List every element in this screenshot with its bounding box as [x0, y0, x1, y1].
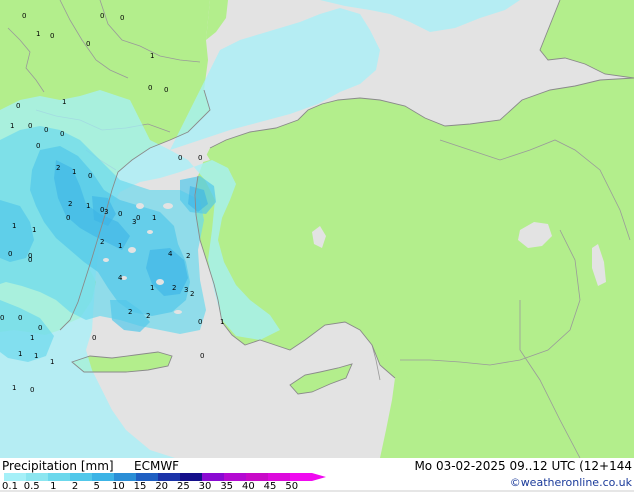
- precip-value-label: 1: [36, 30, 40, 38]
- precip-value-label: 4: [168, 250, 173, 258]
- valid-time: Mo 03-02-2025 09..12 UTC (12+144: [414, 459, 632, 473]
- precip-value-label: 0: [92, 334, 96, 342]
- precip-value-label: 0: [60, 130, 64, 138]
- color-scale-tick: 30: [198, 481, 212, 492]
- precip-value-label: 0: [8, 250, 12, 258]
- color-scale-tick: 15: [133, 481, 147, 492]
- precip-value-label: 1: [152, 214, 156, 222]
- precip-value-label: 1: [150, 52, 154, 60]
- precip-value-label: 2: [186, 252, 190, 260]
- precip-value-label: 1: [12, 222, 16, 230]
- precip-value-label: 3: [132, 218, 136, 226]
- precip-value-label: 2: [128, 308, 132, 316]
- precip-value-label: 0: [100, 12, 104, 20]
- precip-value-label: 1: [118, 242, 122, 250]
- color-scale-tick: 25: [176, 481, 190, 492]
- precip-value-label: 0: [38, 324, 42, 332]
- precip-value-label: 1: [220, 318, 224, 326]
- color-scale-tick: 1: [50, 481, 57, 492]
- precip-value-label: 0: [36, 142, 40, 150]
- precip-value-label: 1: [18, 350, 22, 358]
- precip-value-label: 2: [172, 284, 176, 292]
- precip-value-label: 1: [30, 334, 34, 342]
- precip-value-label: 0: [18, 314, 22, 322]
- precip-value-label: 2: [56, 164, 60, 172]
- precip-value-label: 0: [0, 314, 4, 322]
- precip-value-label: 0: [28, 252, 32, 260]
- color-scale-tick: 50: [285, 481, 299, 492]
- credit: ©weatheronline.co.uk: [509, 476, 632, 489]
- precip-value-label: 0: [136, 214, 140, 222]
- precip-value-label: 3: [104, 208, 108, 216]
- color-scale-tick: 45: [263, 481, 277, 492]
- precip-value-label: 2: [100, 238, 104, 246]
- precip-value-label: 4: [118, 274, 123, 282]
- model-name: ECMWF: [134, 459, 180, 473]
- precip-value-label: 0: [22, 12, 26, 20]
- product-title: Precipitation [mm]: [2, 459, 114, 473]
- precip-value-label: 0: [148, 84, 152, 92]
- precip-value-label: 0: [28, 122, 32, 130]
- precip-value-label: 2: [68, 200, 72, 208]
- precip-value-label: 1: [72, 168, 76, 176]
- color-scale-tick: 40: [241, 481, 255, 492]
- color-scale-tick: 20: [155, 481, 169, 492]
- color-scale-tick: 35: [220, 481, 234, 492]
- precip-value-label: 0: [16, 102, 20, 110]
- precip-value-label: 0: [198, 154, 202, 162]
- legend-bar: Precipitation [mm] ECMWF Mo 03-02-2025 0…: [0, 458, 634, 492]
- precip-value-label: 1: [12, 384, 16, 392]
- color-scale-tick: 0.5: [23, 481, 40, 492]
- precip-value-label: 3: [184, 286, 188, 294]
- precip-value-label: 1: [150, 284, 154, 292]
- precip-value-label: 1: [32, 226, 36, 234]
- precip-value-label: 0: [200, 352, 204, 360]
- precip-value-label: 0: [198, 318, 202, 326]
- precip-value-label: 0: [66, 214, 70, 222]
- precip-value-label: 0: [44, 126, 48, 134]
- precip-value-label: 0: [50, 32, 54, 40]
- precip-value-label: 1: [34, 352, 38, 360]
- precip-value-label: 1: [50, 358, 54, 366]
- precip-value-label: 0: [164, 86, 168, 94]
- precip-value-label: 0: [120, 14, 124, 22]
- precipitation-map: 0001001000110000210210420300121042231223…: [0, 0, 634, 459]
- precip-value-label: 0: [86, 40, 90, 48]
- precip-value-label: 1: [62, 98, 66, 106]
- precip-value-label: 0: [118, 210, 122, 218]
- precip-value-label: 0: [30, 386, 34, 394]
- color-scale-tick: 2: [71, 481, 79, 492]
- precip-value-label: 1: [10, 122, 14, 130]
- color-scale-tick: 0.1: [2, 481, 18, 492]
- precip-value-label: 2: [146, 312, 150, 320]
- precip-value-label: 0: [88, 172, 92, 180]
- precip-value-label: 1: [86, 202, 90, 210]
- precip-value-label: 2: [190, 290, 194, 298]
- precip-value-label: 0: [178, 154, 182, 162]
- color-scale-tick: 5: [93, 481, 100, 492]
- color-scale-ticks: 0.1 0.5 1 2 5 10 15 20 25 30 35 40 45 50: [0, 480, 340, 492]
- color-scale-tick: 10: [111, 481, 125, 492]
